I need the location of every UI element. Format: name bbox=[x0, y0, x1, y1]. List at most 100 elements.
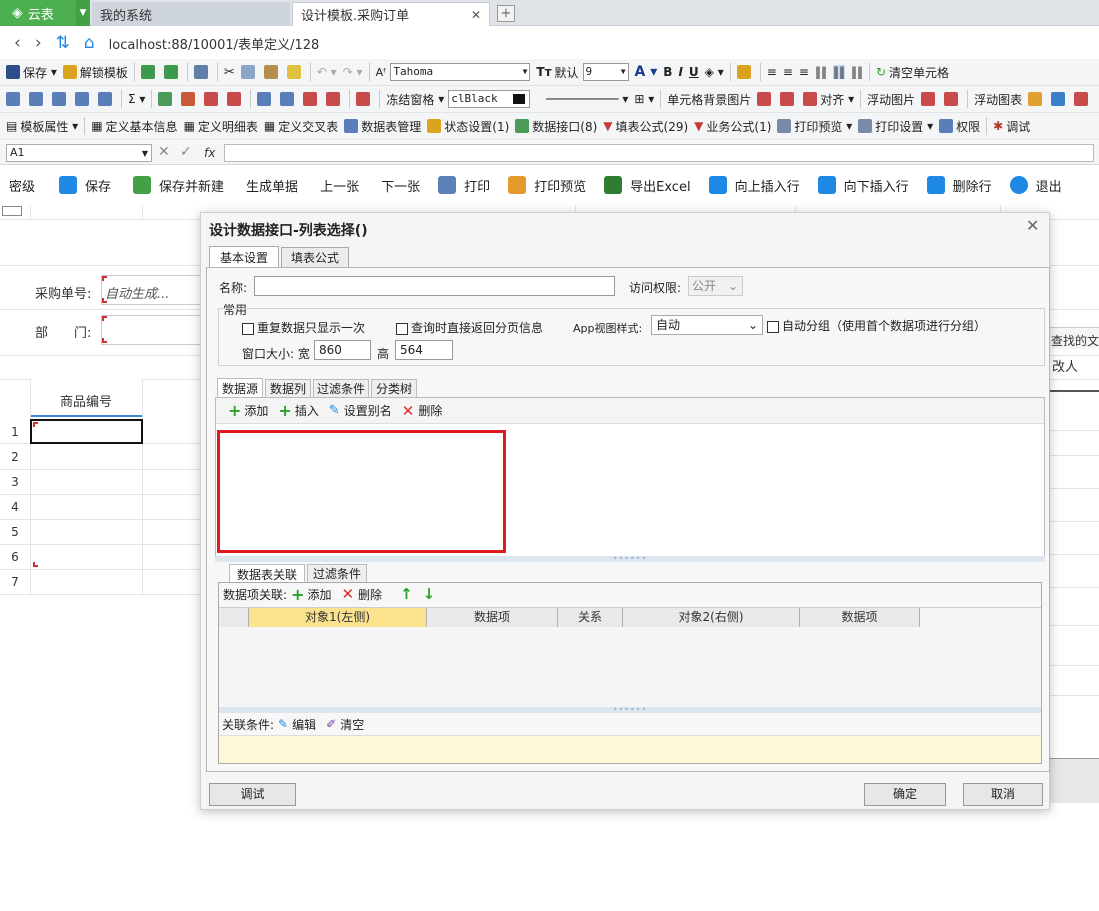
print-preview-button[interactable]: 打印预览 bbox=[508, 176, 586, 195]
col-dataitem1[interactable]: 数据项 bbox=[427, 608, 558, 627]
exit-button[interactable]: 退出 bbox=[1009, 176, 1062, 195]
float-image-button[interactable]: 浮动图片 bbox=[867, 91, 915, 108]
underline-button[interactable]: U bbox=[689, 65, 699, 79]
print-button[interactable]: 打印 bbox=[438, 176, 490, 195]
barcode3-icon[interactable]: ‖‖ bbox=[851, 65, 863, 79]
copy-icon[interactable] bbox=[240, 65, 258, 79]
save-and-new-button[interactable]: 保存并新建 bbox=[133, 176, 224, 195]
align-button[interactable]: 对齐 ▾ bbox=[803, 91, 854, 108]
chart-icon-2[interactable] bbox=[1051, 92, 1068, 106]
italic-button[interactable]: I bbox=[678, 65, 682, 79]
close-icon[interactable]: ✕ bbox=[471, 8, 481, 22]
import-icon[interactable] bbox=[140, 65, 158, 79]
tab-basic-settings[interactable]: 基本设置 bbox=[209, 246, 279, 267]
cancel-button[interactable]: 取消 bbox=[963, 783, 1043, 806]
next-button[interactable]: 下一张 bbox=[381, 176, 420, 195]
arrow-down-icon[interactable]: ↓ bbox=[423, 585, 436, 603]
text-size-default-button[interactable]: Tт 默认 bbox=[536, 64, 578, 81]
chart-icon-1[interactable] bbox=[1028, 92, 1045, 106]
col-object2[interactable]: 对象2(右侧) bbox=[623, 608, 800, 627]
data-source-list-highlighted[interactable] bbox=[217, 430, 506, 553]
cell-icon-3[interactable] bbox=[204, 92, 221, 106]
biz-formula-button[interactable]: ▼ 业务公式(1) bbox=[694, 118, 771, 135]
font-color-icon[interactable]: A ▾ bbox=[635, 64, 658, 80]
tab-design-template[interactable]: 设计模板.采购订单 ✕ bbox=[292, 2, 490, 26]
close-icon[interactable]: ✕ bbox=[1026, 216, 1039, 235]
debug-tool-button[interactable]: ✱ 调试 bbox=[993, 118, 1030, 135]
fill-formula-button[interactable]: ▼ 填表公式(29) bbox=[603, 118, 688, 135]
print-settings-button[interactable]: 打印设置 ▾ bbox=[858, 118, 933, 135]
cell-icon-6[interactable] bbox=[280, 92, 297, 106]
purchase-no-cell[interactable]: 自动生成... bbox=[101, 275, 211, 305]
cell-icon-1[interactable] bbox=[158, 92, 175, 106]
font-size-select[interactable]: 9 ▼ bbox=[582, 63, 629, 81]
datatable-mgmt-button[interactable]: 数据表管理 bbox=[344, 118, 421, 135]
align-right-icon[interactable]: ≡ bbox=[799, 65, 809, 79]
tab-category-tree[interactable]: 分类树 bbox=[371, 379, 417, 397]
delete-relation-button[interactable]: ✕ 删除 bbox=[341, 585, 382, 603]
sheet-corner[interactable] bbox=[2, 206, 22, 216]
sum-icon[interactable]: Σ ▾ bbox=[128, 92, 145, 106]
url-text[interactable]: localhost:88/10001/表单定义/128 bbox=[109, 34, 320, 53]
ok-button[interactable]: 确定 bbox=[864, 783, 946, 806]
bg-icon-1[interactable] bbox=[757, 92, 774, 106]
refresh-icon[interactable]: ⇅ bbox=[56, 33, 70, 53]
access-select[interactable]: 公开 ⌄ bbox=[688, 276, 743, 296]
print-preview-tool-button[interactable]: 打印预览 ▾ bbox=[777, 118, 852, 135]
app-tab[interactable]: ◈ 云表 ▼ bbox=[0, 0, 90, 26]
width-input[interactable]: 860 bbox=[314, 340, 371, 360]
delete-source-button[interactable]: ✕ 删除 bbox=[402, 402, 443, 420]
tab-data-columns[interactable]: 数据列 bbox=[265, 379, 311, 397]
col-relation[interactable]: 关系 bbox=[558, 608, 623, 627]
unlock-template-button[interactable]: 解锁模板 bbox=[62, 64, 128, 81]
insert-source-button[interactable]: + 插入 bbox=[278, 401, 318, 420]
border-style-select[interactable]: ────────── ▾ bbox=[546, 92, 628, 106]
insert-row-up-button[interactable]: 向上插入行 bbox=[708, 176, 800, 195]
bg-icon-2[interactable] bbox=[780, 92, 797, 106]
height-input[interactable]: 564 bbox=[395, 340, 453, 360]
table-icon[interactable] bbox=[52, 92, 69, 106]
department-cell[interactable] bbox=[101, 315, 211, 345]
save-button[interactable]: 保存 bbox=[59, 176, 111, 195]
paste-icon[interactable] bbox=[263, 65, 281, 79]
back-icon[interactable]: ‹ bbox=[14, 33, 21, 53]
color-select[interactable]: clBlack bbox=[448, 90, 531, 108]
dup-once-checkbox[interactable]: 重复数据只显示一次 bbox=[242, 319, 365, 336]
autogroup-checkbox[interactable]: 自动分组（使用首个数据项进行分组） bbox=[767, 317, 986, 334]
border-grid-icon[interactable]: ⊞ ▾ bbox=[634, 92, 654, 106]
insert-row-icon[interactable] bbox=[6, 92, 23, 106]
freeze-panes-button[interactable]: 冻结窗格 ▾ bbox=[386, 91, 444, 108]
grid-icon[interactable] bbox=[75, 92, 92, 106]
paging-checkbox[interactable]: 查询时直接返回分页信息 bbox=[396, 319, 543, 336]
prev-button[interactable]: 上一张 bbox=[320, 176, 359, 195]
tab-filter-conditions[interactable]: 过滤条件 bbox=[313, 379, 369, 397]
generate-doc-button[interactable]: 生成单据 bbox=[246, 176, 298, 195]
data-interface-button[interactable]: 数据接口(8) bbox=[515, 118, 597, 135]
cancel-icon[interactable]: ✕ bbox=[158, 144, 170, 160]
delete-row-button[interactable]: 删除行 bbox=[926, 176, 992, 195]
barcode-icon[interactable]: ‖‖ bbox=[815, 65, 827, 79]
arrow-up-icon[interactable]: ↑ bbox=[400, 585, 413, 603]
tab-fill-formula[interactable]: 填表公式 bbox=[281, 247, 349, 267]
fi-icon-2[interactable] bbox=[944, 92, 961, 106]
define-cross-button[interactable]: ▦ 定义交叉表 bbox=[264, 118, 338, 135]
add-source-button[interactable]: + 添加 bbox=[228, 401, 268, 420]
condition-text-area[interactable] bbox=[219, 735, 1041, 763]
barcode2-icon[interactable]: ‖‖ bbox=[832, 65, 845, 79]
float-chart-button[interactable]: 浮动图表 bbox=[974, 91, 1022, 108]
tab-table-relation[interactable]: 数据表关联 bbox=[229, 564, 305, 583]
forward-icon[interactable]: › bbox=[35, 33, 42, 53]
undo-icon[interactable]: ↶ ▾ bbox=[317, 65, 337, 79]
cell-icon-7[interactable] bbox=[303, 92, 320, 106]
cell-icon-4[interactable] bbox=[227, 92, 244, 106]
lock-cell-icon[interactable] bbox=[736, 65, 754, 79]
cell-icon-9[interactable] bbox=[356, 92, 373, 106]
new-tab-button[interactable]: + bbox=[497, 5, 515, 22]
check-icon[interactable]: ✓ bbox=[180, 144, 192, 160]
security-level-button[interactable]: 密级 bbox=[9, 176, 35, 195]
fi-icon-1[interactable] bbox=[921, 92, 938, 106]
format-brush-icon[interactable] bbox=[286, 65, 304, 79]
template-props-button[interactable]: ▤ 模板属性 ▾ bbox=[6, 118, 78, 135]
chart-icon-3[interactable] bbox=[1074, 92, 1091, 106]
cell-icon-8[interactable] bbox=[326, 92, 343, 106]
